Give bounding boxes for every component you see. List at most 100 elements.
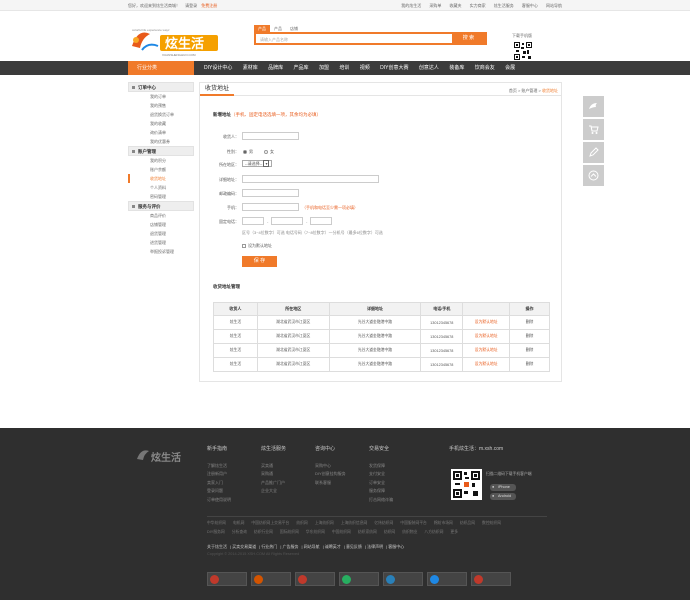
top-link-my[interactable]: 我的炫生活	[401, 3, 421, 8]
sidebar-item-points[interactable]: 我的积分	[128, 156, 194, 165]
friend-link[interactable]: 上海纺织信息网	[341, 521, 368, 525]
delete-link[interactable]: 删除	[509, 315, 550, 330]
app-ios-button[interactable]: ● iPhone	[490, 484, 516, 491]
set-default-link[interactable]: 设为默认地址	[462, 329, 511, 344]
top-link-services[interactable]: 炫生活服务	[494, 3, 514, 8]
footer-ads-link[interactable]: 广告服务	[282, 544, 298, 549]
sidebar-item-reviews[interactable]: 商品评价	[128, 211, 194, 220]
sidebar-item-inquiry[interactable]: 询价清单	[128, 128, 194, 137]
mobile-field[interactable]	[242, 203, 299, 211]
set-default-link[interactable]: 设为默认地址	[462, 343, 511, 358]
nav-item-equipment[interactable]: 装备库	[449, 65, 464, 71]
search-input[interactable]: 请输入产品名称	[260, 37, 288, 43]
sidebar-item-favorites[interactable]: 我的收藏	[128, 119, 194, 128]
category-menu[interactable]: 行业分类	[128, 61, 194, 75]
footer-link[interactable]: 联系客服	[315, 479, 346, 488]
footer-link[interactable]: 产品推广门户	[261, 479, 286, 488]
footer-link[interactable]: 了解炫生活	[207, 462, 231, 471]
top-link-site-nav[interactable]: 网站导航	[546, 3, 562, 8]
cart-icon[interactable]	[583, 119, 604, 140]
gender-male[interactable]: 男	[243, 149, 253, 155]
trust-badge[interactable]	[295, 572, 335, 586]
friend-link[interactable]: 更多	[450, 530, 458, 534]
footer-service-link[interactable]: 客服中心	[388, 544, 404, 549]
friend-link[interactable]: 亿纬纺织网	[374, 521, 393, 525]
trust-badge[interactable]	[427, 572, 467, 586]
chat-bird-icon[interactable]	[583, 96, 604, 117]
trust-badge[interactable]	[339, 572, 379, 586]
friend-link[interactable]: 中国纺织网上交易平台	[251, 521, 289, 525]
nav-item-products[interactable]: 产品库	[294, 65, 309, 71]
nav-item-training[interactable]: 培训	[339, 65, 349, 71]
friend-link[interactable]: 八方纺织网	[424, 530, 443, 534]
footer-legal-link[interactable]: 法律声明	[367, 544, 383, 549]
search-tab-product-2[interactable]: 产品	[270, 25, 286, 32]
nav-item-video[interactable]: 视频	[360, 65, 370, 71]
friend-link[interactable]: 纺织品网	[460, 521, 475, 525]
friend-link[interactable]: 数控纺织网	[482, 521, 501, 525]
friend-link[interactable]: 电机网	[233, 521, 244, 525]
footer-hot-link[interactable]: 行业热门	[261, 544, 277, 549]
sidebar-item-coupons[interactable]: 我的优惠券	[128, 137, 194, 146]
save-button[interactable]: 保 存	[242, 256, 277, 267]
site-logo[interactable]: colorful life experience wayz 炫生活 XUANSH…	[128, 24, 223, 58]
delete-link[interactable]: 删除	[509, 357, 550, 372]
footer-trade-link[interactable]: 买卖交易渠道	[232, 544, 256, 549]
footer-link[interactable]: 卖家入门	[207, 479, 231, 488]
sidebar-item-password[interactable]: 密码管理	[128, 192, 194, 201]
footer-link[interactable]: 发货保障	[369, 462, 393, 471]
nav-item-brands[interactable]: 品牌库	[268, 65, 283, 71]
sidebar-item-balance[interactable]: 账户余额	[128, 165, 194, 174]
nav-item-franchise[interactable]: 加盟	[319, 65, 329, 71]
friend-link[interactable]: 纺织行业网	[254, 530, 273, 534]
footer-jobs-link[interactable]: 诚聘英才	[325, 544, 341, 549]
name-field[interactable]	[242, 132, 299, 140]
address-field[interactable]	[242, 175, 379, 183]
breadcrumb-account[interactable]: 账户管理	[521, 88, 537, 93]
search-button[interactable]: 搜 索	[452, 34, 485, 43]
footer-link[interactable]: 登录问题	[207, 487, 231, 496]
trust-badge[interactable]	[471, 572, 511, 586]
sidebar-item-profile[interactable]: 个人资料	[128, 183, 194, 192]
register-link[interactable]: 免费注册	[201, 3, 217, 8]
trust-badge[interactable]	[207, 572, 247, 586]
friend-link[interactable]: 中华纺织网	[207, 521, 226, 525]
top-link-purchase[interactable]: 采购单	[429, 3, 441, 8]
footer-link[interactable]: 订单安全	[369, 479, 393, 488]
sidebar-item-return-mgmt[interactable]: 退货管理	[128, 229, 194, 238]
phone-number-field[interactable]	[271, 217, 303, 225]
delete-link[interactable]: 删除	[509, 329, 550, 344]
nav-item-experts[interactable]: 创意达人	[419, 65, 439, 71]
friend-link[interactable]: 国际纺织网	[280, 530, 299, 534]
breadcrumb-home[interactable]: 首页	[509, 88, 517, 93]
sidebar-item-stock[interactable]: 进货管理	[128, 238, 194, 247]
footer-link[interactable]: 支付安全	[369, 470, 393, 479]
friend-link[interactable]: 纺织物业	[402, 530, 417, 534]
footer-link[interactable]: 企业大全	[261, 487, 286, 496]
search-tab-shop[interactable]: 店铺	[286, 25, 302, 32]
friend-link[interactable]: 纺织网	[384, 530, 395, 534]
delete-link[interactable]: 删除	[509, 343, 550, 358]
nav-item-materials[interactable]: 素材库	[243, 65, 258, 71]
footer-feedback-link[interactable]: 意见反馈	[346, 544, 362, 549]
footer-sitenav-link[interactable]: 网站导航	[304, 544, 320, 549]
nav-item-expo[interactable]: 会展	[505, 65, 515, 71]
gender-female[interactable]: 女	[264, 149, 274, 155]
friend-link[interactable]: 上海纺织网	[315, 521, 334, 525]
edit-icon[interactable]	[583, 142, 604, 163]
zip-field[interactable]	[242, 189, 299, 197]
nav-item-contest[interactable]: DIY创意大赛	[380, 65, 408, 71]
sidebar-item-shop[interactable]: 店铺管理	[128, 220, 194, 229]
sidebar-item-complaints[interactable]: 举报投诉管理	[128, 247, 194, 256]
top-link-favorites[interactable]: 收藏夹	[450, 3, 462, 8]
footer-link[interactable]: 打击网络诈骗	[369, 496, 393, 505]
back-to-top-icon[interactable]	[583, 165, 604, 186]
area-code-field[interactable]	[242, 217, 264, 225]
footer-link[interactable]: 采购中心	[315, 462, 346, 471]
top-link-customer-service[interactable]: 客服中心	[522, 3, 538, 8]
friend-link[interactable]: 华东纺织网	[306, 530, 325, 534]
friend-link[interactable]: 中国纺织网	[332, 530, 351, 534]
footer-link[interactable]: 采购通	[261, 470, 286, 479]
sidebar-item-address[interactable]: 收货地址	[128, 174, 194, 183]
top-link-merchants[interactable]: 实力商家	[470, 3, 486, 8]
